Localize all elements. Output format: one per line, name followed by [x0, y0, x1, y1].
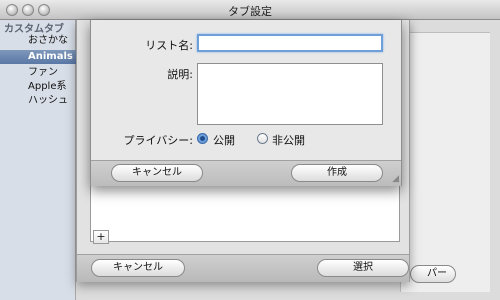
create-cancel-button[interactable]: キャンセル	[111, 164, 203, 182]
create-button[interactable]: 作成	[291, 164, 383, 182]
sidebar-item-osakana[interactable]: おさかな	[0, 34, 76, 48]
create-sheet-footer: キャンセル 作成 ◢	[91, 160, 401, 186]
sidebar-heading: カスタムタブ	[4, 24, 64, 35]
list-name-label: リスト名:	[145, 39, 193, 52]
content-panel	[400, 32, 490, 292]
description-textarea[interactable]	[197, 63, 383, 125]
sidebar: カスタムタブ おさかな Animals ファン Apple系 ハッシュ	[0, 20, 76, 300]
privacy-private-label[interactable]: 非公開	[272, 132, 305, 148]
list-sheet-footer: キャンセル 選択	[77, 254, 409, 282]
list-cancel-button[interactable]: キャンセル	[91, 259, 185, 277]
privacy-public-label[interactable]: 公開	[213, 132, 235, 148]
select-button[interactable]: 選択	[317, 259, 409, 277]
sidebar-item-animals[interactable]: Animals	[0, 50, 76, 64]
title-bar: タブ設定	[0, 0, 500, 20]
list-name-input[interactable]	[197, 34, 383, 52]
create-list-sheet: リスト名: 説明: プライバシー: 公開 非公開 キャンセル 作成 ◢	[90, 20, 402, 186]
privacy-private-radio[interactable]	[257, 133, 268, 144]
description-label: 説明:	[167, 68, 193, 81]
sidebar-item-fan[interactable]: ファン	[0, 66, 76, 80]
side-button[interactable]: パー	[410, 265, 456, 283]
privacy-label: プライバシー:	[123, 134, 194, 147]
sidebar-item-hash[interactable]: ハッシュ	[0, 94, 76, 108]
resize-grip-icon[interactable]: ◢	[392, 174, 399, 184]
window-title: タブ設定	[228, 5, 272, 18]
privacy-public-radio[interactable]	[197, 133, 208, 144]
add-list-button[interactable]: +	[93, 230, 109, 244]
sidebar-item-apple[interactable]: Apple系	[0, 80, 76, 94]
